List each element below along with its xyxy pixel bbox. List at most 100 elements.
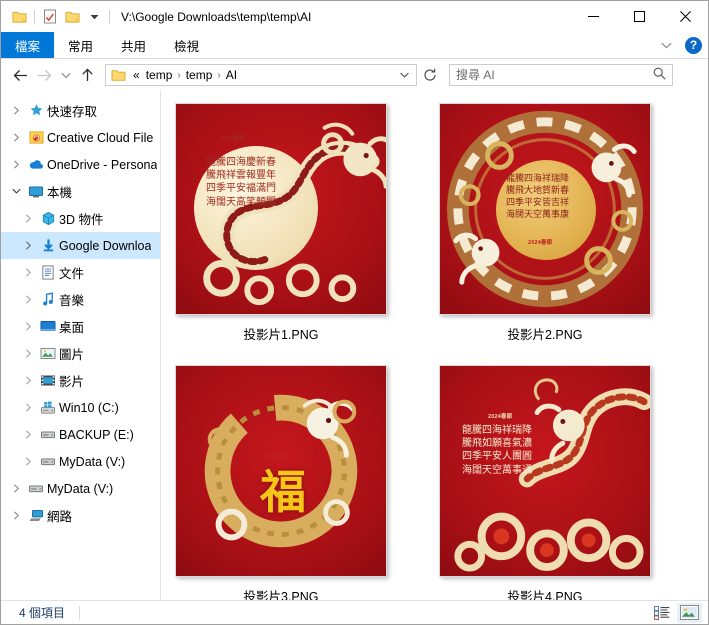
sidebar-item-documents[interactable]: 文件 xyxy=(1,259,160,286)
sidebar-item-creative-cloud[interactable]: Creative Cloud File xyxy=(1,124,160,151)
chevron-right-icon[interactable] xyxy=(7,511,25,520)
poem-line: 騰飛如願喜氣濃 xyxy=(462,438,532,450)
sidebar-label: 影片 xyxy=(59,375,85,389)
file-name[interactable]: 投影片3.PNG xyxy=(243,586,318,600)
search-box[interactable] xyxy=(449,64,673,86)
breadcrumb-prefix[interactable]: « xyxy=(130,68,143,82)
sidebar-item-mydata-v[interactable]: MyData (V:) xyxy=(1,448,160,475)
chevron-right-icon[interactable] xyxy=(19,268,37,277)
chevron-right-icon[interactable] xyxy=(7,484,25,493)
up-button[interactable] xyxy=(75,63,99,87)
ribbon-right-controls: ? xyxy=(655,32,708,58)
sidebar-item-pictures[interactable]: 圖片 xyxy=(1,340,160,367)
chevron-right-icon[interactable] xyxy=(7,160,25,169)
breadcrumb[interactable]: « temp › temp › AI xyxy=(105,64,417,86)
breadcrumb-item-0[interactable]: temp xyxy=(143,68,176,82)
tab-home[interactable]: 常用 xyxy=(54,32,107,58)
drive-icon xyxy=(25,483,47,494)
tab-share[interactable]: 共用 xyxy=(107,32,160,58)
breadcrumb-item-2[interactable]: AI xyxy=(223,68,240,82)
sidebar-label: 本機 xyxy=(47,186,73,200)
chevron-right-icon[interactable] xyxy=(19,295,37,304)
qat-divider-2 xyxy=(109,9,110,24)
thumbnail-slide-1[interactable]: 2024春節 龍騰四海慶新春 騰飛祥雲報豐年 四季平安福滿門 海闊天高笑顏開 xyxy=(175,103,387,315)
file-grid: 2024春節 龍騰四海慶新春 騰飛祥雲報豐年 四季平安福滿門 海闊天高笑顏開 投… xyxy=(175,103,708,600)
chevron-right-icon[interactable] xyxy=(19,241,37,250)
chevron-right-icon[interactable] xyxy=(19,322,37,331)
sidebar-item-3d-objects[interactable]: 3D 物件 xyxy=(1,205,160,232)
thumbnail-slide-4[interactable]: 2024春節 龍騰四海祥瑞降 騰飛如願喜氣濃 四季平安人團圓 海闊天空萬事通 xyxy=(439,365,651,577)
refresh-button[interactable] xyxy=(419,64,441,86)
chevron-right-icon[interactable] xyxy=(7,133,25,142)
file-item[interactable]: 2024春節 龍騰四海祥瑞降 騰飛如願喜氣濃 四季平安人團圓 海闊天空萬事通 投… xyxy=(439,365,651,600)
chevron-right-icon[interactable] xyxy=(19,430,37,439)
chevron-right-icon[interactable] xyxy=(19,403,37,412)
folder-icon[interactable] xyxy=(8,6,30,28)
file-item[interactable]: 2024春節 龍騰四海慶新春 騰飛祥雲報豐年 四季平安福滿門 海闊天高笑顏開 投… xyxy=(175,103,387,343)
search-input[interactable] xyxy=(456,68,653,82)
poem-text: 龍騰四海祥瑞降 騰飛大地賀新春 四季平安皆吉祥 海闊天空萬事康 xyxy=(506,174,569,222)
sidebar-item-music[interactable]: 音樂 xyxy=(1,286,160,313)
sidebar-label: 網路 xyxy=(47,510,73,524)
chevron-right-icon[interactable] xyxy=(19,376,37,385)
sidebar-item-mydata-v-root[interactable]: MyData (V:) xyxy=(1,475,160,502)
file-name[interactable]: 投影片2.PNG xyxy=(507,324,582,343)
file-name[interactable]: 投影片4.PNG xyxy=(507,586,582,600)
qat-dropdown-icon[interactable] xyxy=(83,6,105,28)
thumbnail-wrapper[interactable]: 2024春節 龍騰四海祥瑞降 騰飛如願喜氣濃 四季平安人團圓 海闊天空萬事通 xyxy=(439,365,651,577)
recent-locations-button[interactable] xyxy=(56,63,75,87)
sidebar-label: Google Downloa xyxy=(59,238,152,253)
help-icon[interactable]: ? xyxy=(685,36,702,54)
chevron-right-icon[interactable] xyxy=(19,214,37,223)
sidebar-item-network[interactable]: 網路 xyxy=(1,502,160,529)
new-folder-icon[interactable] xyxy=(61,6,83,28)
file-item[interactable]: 2024春節 福 投影片3.PNG xyxy=(175,365,387,600)
poem-line: 龍騰四海祥瑞降 xyxy=(462,425,532,436)
search-icon[interactable] xyxy=(653,67,666,83)
tab-view[interactable]: 檢視 xyxy=(160,32,213,58)
chevron-down-icon[interactable] xyxy=(655,34,677,56)
thumbnail-slide-3[interactable]: 2024春節 福 xyxy=(175,365,387,577)
thumbnail-slide-2[interactable]: 龍騰四海祥瑞降 騰飛大地賀新春 四季平安皆吉祥 海闊天空萬事康 2024春節 xyxy=(439,103,651,315)
poem-line: 四季平安福滿門 xyxy=(206,183,276,195)
sidebar-item-quick-access[interactable]: 快速存取 xyxy=(1,97,160,124)
details-view-button[interactable] xyxy=(650,603,675,623)
thumbnail-wrapper[interactable]: 龍騰四海祥瑞降 騰飛大地賀新春 四季平安皆吉祥 海闊天空萬事康 2024春節 xyxy=(439,103,651,315)
file-name[interactable]: 投影片1.PNG xyxy=(243,324,318,343)
breadcrumb-item-1[interactable]: temp xyxy=(183,68,216,82)
back-button[interactable] xyxy=(8,63,32,87)
star-pin-icon xyxy=(25,103,47,118)
sidebar-item-videos[interactable]: 影片 xyxy=(1,367,160,394)
maximize-button[interactable] xyxy=(616,1,662,32)
fu-character: 福 xyxy=(260,465,306,519)
sidebar-item-win10-c[interactable]: Win10 (C:) xyxy=(1,394,160,421)
minimize-button[interactable] xyxy=(570,1,616,32)
forward-button[interactable] xyxy=(32,63,56,87)
sidebar-label: 快速存取 xyxy=(47,105,98,119)
chevron-right-icon[interactable] xyxy=(19,349,37,358)
sidebar-item-backup-e[interactable]: BACKUP (E:) xyxy=(1,421,160,448)
tab-file[interactable]: 檔案 xyxy=(1,32,55,58)
onedrive-icon xyxy=(25,158,47,171)
chevron-down-icon[interactable] xyxy=(7,188,25,195)
thumbnail-wrapper[interactable]: 2024春節 福 xyxy=(175,365,387,577)
large-icons-view-button[interactable] xyxy=(677,602,702,623)
file-item[interactable]: 龍騰四海祥瑞降 騰飛大地賀新春 四季平安皆吉祥 海闊天空萬事康 2024春節 投… xyxy=(439,103,651,343)
poem-line: 海闊天空萬事通 xyxy=(462,464,532,476)
sidebar-item-this-pc[interactable]: 本機 xyxy=(1,178,160,205)
sidebar-item-onedrive[interactable]: OneDrive - Persona xyxy=(1,151,160,178)
sidebar-item-google-downloads[interactable]: Google Downloa xyxy=(1,232,160,259)
breadcrumb-dropdown-icon[interactable] xyxy=(395,65,413,85)
navigation-pane[interactable]: 快速存取 Creative Cloud File OneDrive - Pers… xyxy=(1,91,161,600)
close-button[interactable] xyxy=(662,1,708,32)
file-list-pane[interactable]: 2024春節 龍騰四海慶新春 騰飛祥雲報豐年 四季平安福滿門 海闊天高笑顏開 投… xyxy=(161,91,708,600)
properties-icon[interactable] xyxy=(39,6,61,28)
chevron-right-icon[interactable] xyxy=(7,106,25,115)
thumbnail-wrapper[interactable]: 2024春節 龍騰四海慶新春 騰飛祥雲報豐年 四季平安福滿門 海闊天高笑顏開 xyxy=(175,103,387,315)
sidebar-label: MyData (V:) xyxy=(47,481,114,496)
poem-line: 四季平安人團圓 xyxy=(462,451,532,463)
chevron-right-icon[interactable] xyxy=(19,457,37,466)
quick-access-toolbar xyxy=(1,6,114,28)
poem-line: 龍騰四海祥瑞降 xyxy=(506,174,570,184)
sidebar-item-desktop[interactable]: 桌面 xyxy=(1,313,160,340)
